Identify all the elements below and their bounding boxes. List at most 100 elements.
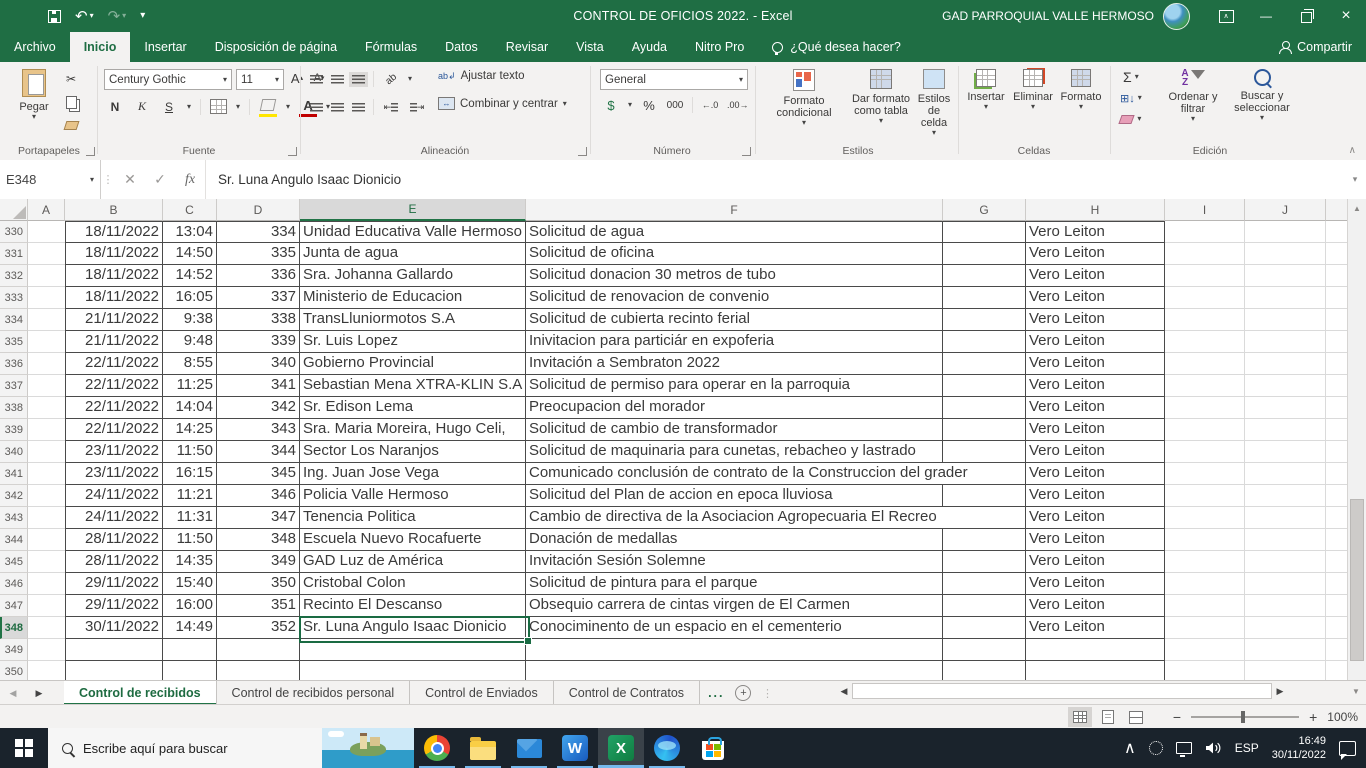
grow-font-icon[interactable]: A▴ bbox=[288, 69, 306, 87]
normal-view-icon[interactable] bbox=[1068, 707, 1092, 727]
column-header-b[interactable]: B bbox=[65, 199, 163, 221]
ribbon-tab-vista[interactable]: Vista bbox=[562, 32, 618, 62]
cell-g342[interactable] bbox=[943, 485, 1026, 507]
horizontal-scrollbar[interactable]: ◀ ▶ bbox=[836, 682, 1288, 700]
cell-f333[interactable]: Solicitud de renovacion de convenio bbox=[526, 287, 943, 309]
copy-icon[interactable] bbox=[62, 93, 80, 111]
ribbon-tab-archivo[interactable]: Archivo bbox=[0, 32, 70, 62]
formula-input[interactable]: Sr. Luna Angulo Isaac Dionicio bbox=[205, 160, 1344, 199]
increase-decimal-icon[interactable]: ←.0 bbox=[701, 96, 719, 114]
cell-h343[interactable]: Vero Leiton bbox=[1026, 507, 1165, 529]
sheet-tab-control-de-enviados[interactable]: Control de Enviados bbox=[410, 681, 554, 705]
cell-d345[interactable]: 349 bbox=[217, 551, 300, 573]
row-header-341[interactable]: 341 bbox=[0, 463, 28, 485]
language-indicator[interactable]: ESP bbox=[1235, 741, 1259, 755]
cell-f338[interactable]: Preocupacion del morador bbox=[526, 397, 943, 419]
cell-c343[interactable]: 11:31 bbox=[163, 507, 217, 529]
minimize-icon[interactable]: — bbox=[1246, 0, 1286, 32]
cell-e347[interactable]: Recinto El Descanso bbox=[300, 595, 526, 617]
close-icon[interactable]: × bbox=[1326, 0, 1366, 32]
delete-cells-button[interactable]: Eliminar▾ bbox=[1010, 66, 1056, 142]
cell-e350[interactable] bbox=[300, 661, 526, 680]
cell-i339[interactable] bbox=[1165, 419, 1245, 441]
horizontal-scroll-thumb[interactable] bbox=[852, 683, 1272, 699]
cell-g336[interactable] bbox=[943, 353, 1026, 375]
cell-g334[interactable] bbox=[943, 309, 1026, 331]
cell-f339[interactable]: Solicitud de cambio de transformador bbox=[526, 419, 943, 441]
row-header-346[interactable]: 346 bbox=[0, 573, 28, 595]
hidden-icons-chevron-icon[interactable]: ∧ bbox=[1124, 738, 1136, 758]
cell-b338[interactable]: 22/11/2022 bbox=[65, 397, 163, 419]
cell-j350[interactable] bbox=[1245, 661, 1326, 680]
cell-j338[interactable] bbox=[1245, 397, 1326, 419]
cell-styles-button[interactable]: Estilos de celda▾ bbox=[914, 66, 954, 142]
cell-c333[interactable]: 16:05 bbox=[163, 287, 217, 309]
cell-h333[interactable]: Vero Leiton bbox=[1026, 287, 1165, 309]
zoom-in-icon[interactable]: + bbox=[1309, 709, 1317, 725]
scroll-up-icon[interactable]: ▲ bbox=[1348, 199, 1366, 217]
cell-c348[interactable]: 14:49 bbox=[163, 617, 217, 639]
cell-f330[interactable]: Solicitud de agua bbox=[526, 221, 943, 243]
cell-j345[interactable] bbox=[1245, 551, 1326, 573]
cell-b343[interactable]: 24/11/2022 bbox=[65, 507, 163, 529]
cell-c341[interactable]: 16:15 bbox=[163, 463, 217, 485]
cell-c347[interactable]: 16:00 bbox=[163, 595, 217, 617]
format-as-table-button[interactable]: Dar formato como tabla▾ bbox=[848, 66, 914, 142]
cell-b334[interactable]: 21/11/2022 bbox=[65, 309, 163, 331]
cell-f344[interactable]: Donación de medallas bbox=[526, 529, 943, 551]
row-header-333[interactable]: 333 bbox=[0, 287, 28, 309]
cell-e344[interactable]: Escuela Nuevo Rocafuerte bbox=[300, 529, 526, 551]
cell-d340[interactable]: 344 bbox=[217, 441, 300, 463]
font-dialog-launcher-icon[interactable] bbox=[288, 147, 297, 156]
decrease-decimal-icon[interactable]: .00→ bbox=[727, 96, 749, 114]
wrap-text-button[interactable]: ab↲ Ajustar texto bbox=[438, 70, 524, 82]
cell-f331[interactable]: Solicitud de oficina bbox=[526, 243, 943, 265]
cell-i331[interactable] bbox=[1165, 243, 1245, 265]
zoom-out-icon[interactable]: − bbox=[1173, 709, 1181, 725]
cell-e340[interactable]: Sector Los Naranjos bbox=[300, 441, 526, 463]
sheet-nav-right-icon[interactable]: ▶ bbox=[26, 681, 52, 705]
cell-h346[interactable]: Vero Leiton bbox=[1026, 573, 1165, 595]
cell-g338[interactable] bbox=[943, 397, 1026, 419]
scroll-left-icon[interactable]: ◀ bbox=[836, 686, 852, 697]
cell-i348[interactable] bbox=[1165, 617, 1245, 639]
cell-a332[interactable] bbox=[28, 265, 65, 287]
row-header-339[interactable]: 339 bbox=[0, 419, 28, 441]
decrease-indent-icon[interactable]: ⇤ bbox=[382, 98, 400, 116]
merge-center-button[interactable]: ↔ Combinar y centrar ▾ bbox=[438, 97, 567, 110]
cell-f336[interactable]: Invitación a Sembraton 2022 bbox=[526, 353, 943, 375]
cell-e332[interactable]: Sra. Johanna Gallardo bbox=[300, 265, 526, 287]
cell-a338[interactable] bbox=[28, 397, 65, 419]
cell-g330[interactable] bbox=[943, 221, 1026, 243]
more-sheets-button[interactable]: ... bbox=[700, 681, 732, 705]
ribbon-tab-revisar[interactable]: Revisar bbox=[492, 32, 562, 62]
ribbon-tab-insertar[interactable]: Insertar bbox=[130, 32, 200, 62]
cell-d346[interactable]: 350 bbox=[217, 573, 300, 595]
currency-icon[interactable]: $ bbox=[602, 96, 620, 114]
cell-c336[interactable]: 8:55 bbox=[163, 353, 217, 375]
align-center-icon[interactable] bbox=[331, 103, 344, 112]
cell-j346[interactable] bbox=[1245, 573, 1326, 595]
font-name-combo[interactable]: Century Gothic▾ bbox=[104, 69, 232, 90]
cell-b336[interactable]: 22/11/2022 bbox=[65, 353, 163, 375]
cell-c349[interactable] bbox=[163, 639, 217, 661]
cell-g348[interactable] bbox=[943, 617, 1026, 639]
select-all-button[interactable] bbox=[0, 199, 28, 221]
taskbar-edge-icon[interactable] bbox=[644, 728, 690, 768]
cell-i333[interactable] bbox=[1165, 287, 1245, 309]
cell-j335[interactable] bbox=[1245, 331, 1326, 353]
align-right-icon[interactable] bbox=[352, 103, 365, 112]
cell-d350[interactable] bbox=[217, 661, 300, 680]
page-break-view-icon[interactable] bbox=[1124, 707, 1148, 727]
row-header-348[interactable]: 348 bbox=[0, 617, 28, 639]
insert-cells-button[interactable]: Insertar▾ bbox=[964, 66, 1008, 142]
taskbar-store-icon[interactable] bbox=[690, 728, 736, 768]
cell-a348[interactable] bbox=[28, 617, 65, 639]
zoom-slider[interactable] bbox=[1191, 716, 1299, 718]
account-area[interactable]: GAD PARROQUIAL VALLE HERMOSO bbox=[942, 0, 1190, 32]
cell-d336[interactable]: 340 bbox=[217, 353, 300, 375]
cell-a344[interactable] bbox=[28, 529, 65, 551]
row-header-334[interactable]: 334 bbox=[0, 309, 28, 331]
cell-g331[interactable] bbox=[943, 243, 1026, 265]
cell-d335[interactable]: 339 bbox=[217, 331, 300, 353]
